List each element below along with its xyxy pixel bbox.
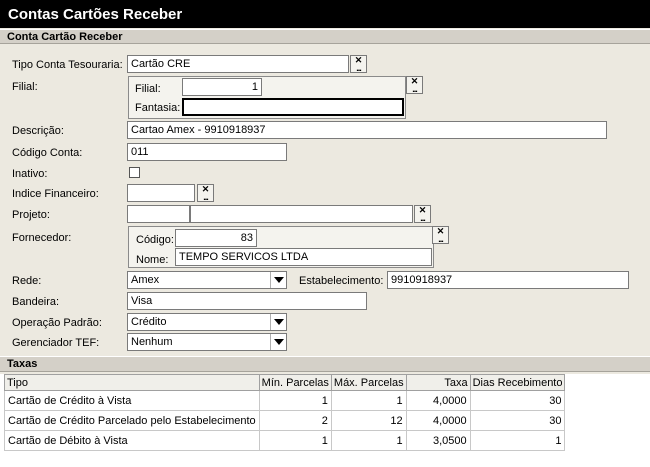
column-header-taxa[interactable]: Taxa xyxy=(405,374,471,391)
estabelecimento-label: Estabelecimento: xyxy=(299,275,384,287)
cell-dias-recebimento: 1 xyxy=(469,430,566,451)
bandeira-label: Bandeira: xyxy=(12,296,60,308)
fornecedor-codigo-label: Código: xyxy=(136,234,174,246)
inativo-checkbox[interactable] xyxy=(129,167,140,178)
chevron-down-icon[interactable] xyxy=(270,272,286,288)
fornecedor-nome-label: Nome: xyxy=(136,254,169,266)
codigo-conta-label: Código Conta: xyxy=(12,147,83,159)
cell-min-parcelas: 1 xyxy=(258,430,332,451)
ellipsis-icon: ... xyxy=(203,192,209,202)
estabelecimento-field[interactable]: 9910918937 xyxy=(387,271,629,289)
inativo-label: Inativo: xyxy=(12,168,48,180)
taxas-table: Tipo Mín. Parcelas Máx. Parcelas Taxa Di… xyxy=(4,374,566,451)
tipo-conta-label: Tipo Conta Tesouraria: xyxy=(12,59,123,71)
operacao-padrao-label: Operação Padrão: xyxy=(12,317,102,329)
indice-financeiro-lookup-button[interactable]: ✕ ... xyxy=(197,184,214,202)
tipo-conta-lookup-button[interactable]: ✕ ... xyxy=(350,55,367,73)
filial-group: Filial: 1 Fantasia: xyxy=(128,76,406,119)
gerenciador-tef-value: Nenhum xyxy=(131,336,173,348)
tipo-conta-field[interactable]: Cartão CRE xyxy=(127,55,349,73)
cell-min-parcelas: 1 xyxy=(258,390,332,411)
fantasia-label: Fantasia: xyxy=(135,102,181,114)
table-header-row: Tipo Mín. Parcelas Máx. Parcelas Taxa Di… xyxy=(4,374,566,391)
fornecedor-codigo-field[interactable]: 83 xyxy=(175,229,257,247)
cell-dias-recebimento: 30 xyxy=(469,410,566,431)
cell-max-parcelas: 12 xyxy=(330,410,407,431)
gerenciador-tef-select[interactable]: Nenhum xyxy=(127,333,287,351)
cell-dias-recebimento: 30 xyxy=(469,390,566,411)
bandeira-field[interactable]: Visa xyxy=(127,292,367,310)
section-header-conta: Conta Cartão Receber xyxy=(0,29,650,44)
table-row[interactable]: Cartão de Crédito Parcelado pelo Estabel… xyxy=(4,410,566,431)
indice-financeiro-label: Indice Financeiro: xyxy=(12,188,99,200)
indice-financeiro-field[interactable] xyxy=(127,184,195,202)
cell-min-parcelas: 2 xyxy=(258,410,332,431)
cell-taxa: 4,0000 xyxy=(405,410,471,431)
cell-taxa: 3,0500 xyxy=(405,430,471,451)
cell-max-parcelas: 1 xyxy=(330,430,407,451)
cell-tipo: Cartão de Crédito Parcelado pelo Estabel… xyxy=(4,410,260,431)
cell-tipo: Cartão de Crédito à Vista xyxy=(4,390,260,411)
column-header-min-parcelas[interactable]: Mín. Parcelas xyxy=(258,374,332,391)
fornecedor-nome-field[interactable]: TEMPO SERVICOS LTDA xyxy=(175,248,432,266)
filial-inner-label: Filial: xyxy=(135,83,161,95)
rede-label: Rede: xyxy=(12,275,42,287)
projeto-name-field[interactable] xyxy=(190,205,413,223)
column-header-tipo[interactable]: Tipo xyxy=(4,374,260,391)
operacao-padrao-value: Crédito xyxy=(131,316,167,328)
projeto-lookup-button[interactable]: ✕ ... xyxy=(414,205,431,223)
fornecedor-group: Código: 83 Nome: TEMPO SERVICOS LTDA xyxy=(128,226,434,268)
projeto-label: Projeto: xyxy=(12,209,50,221)
filial-lookup-button[interactable]: ✕ ... xyxy=(406,76,423,94)
column-header-dias-recebimento[interactable]: Dias Recebimento xyxy=(469,374,566,391)
cell-tipo: Cartão de Débito à Vista xyxy=(4,430,260,451)
operacao-padrao-select[interactable]: Crédito xyxy=(127,313,287,331)
section-header-taxas: Taxas xyxy=(0,356,650,372)
descricao-label: Descrição: xyxy=(12,125,64,137)
filial-code-field[interactable]: 1 xyxy=(182,78,262,96)
ellipsis-icon: ... xyxy=(420,213,426,223)
table-row[interactable]: Cartão de Débito à Vista 1 1 3,0500 1 xyxy=(4,430,566,451)
descricao-field[interactable]: Cartao Amex - 9910918937 xyxy=(127,121,607,139)
chevron-down-icon[interactable] xyxy=(270,334,286,350)
ellipsis-icon: ... xyxy=(356,63,362,73)
rede-select[interactable]: Amex xyxy=(127,271,287,289)
table-row[interactable]: Cartão de Crédito à Vista 1 1 4,0000 30 xyxy=(4,390,566,411)
ellipsis-icon: ... xyxy=(412,84,418,94)
filial-label: Filial: xyxy=(12,81,38,93)
column-header-max-parcelas[interactable]: Máx. Parcelas xyxy=(330,374,407,391)
fantasia-field[interactable] xyxy=(182,98,404,116)
codigo-conta-field[interactable]: 011 xyxy=(127,143,287,161)
chevron-down-icon[interactable] xyxy=(270,314,286,330)
cell-max-parcelas: 1 xyxy=(330,390,407,411)
gerenciador-tef-label: Gerenciador TEF: xyxy=(12,337,100,349)
rede-value: Amex xyxy=(131,274,160,286)
ellipsis-icon: ... xyxy=(438,234,444,244)
projeto-code-field[interactable] xyxy=(127,205,190,223)
cell-taxa: 4,0000 xyxy=(405,390,471,411)
fornecedor-label: Fornecedor: xyxy=(12,232,72,244)
window-title: Contas Cartões Receber xyxy=(0,0,650,28)
fornecedor-lookup-button[interactable]: ✕ ... xyxy=(432,226,449,244)
